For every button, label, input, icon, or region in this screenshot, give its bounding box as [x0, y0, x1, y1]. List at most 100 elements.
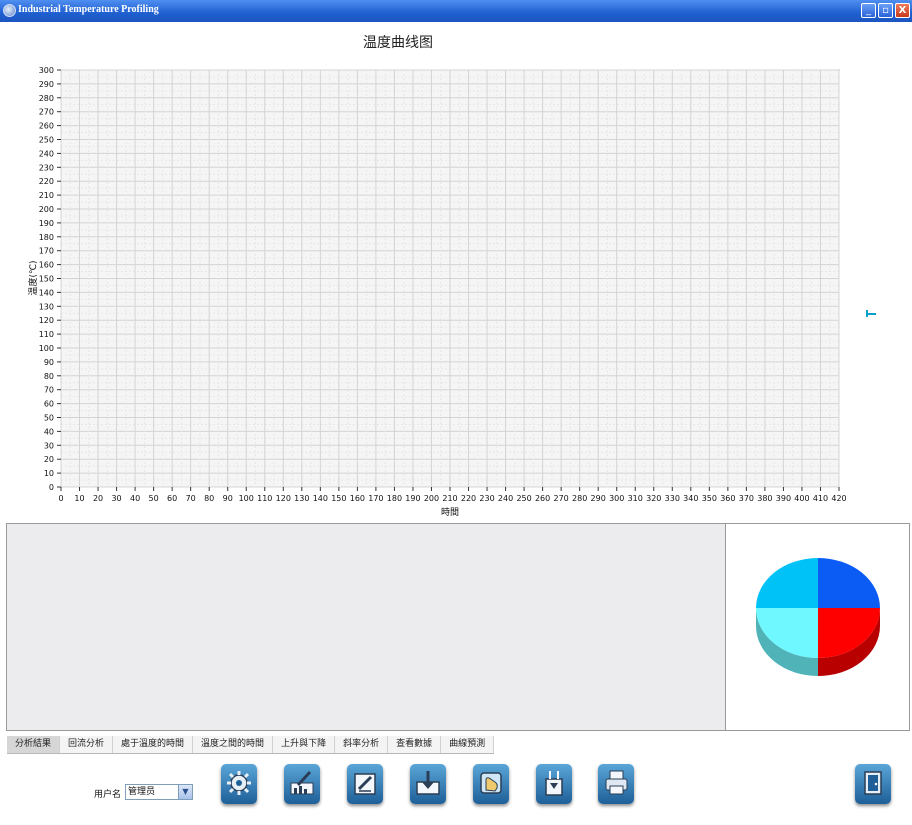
x-tick-label: 310 — [628, 494, 643, 503]
y-tick-label: 240 — [39, 149, 54, 158]
print-button[interactable] — [598, 764, 634, 804]
x-axis-ticks: 0 10 20 30 40 50 60 70 80 90 100 110 120 130 140 150 160… — [58, 487, 847, 503]
tab-slope-analysis[interactable]: 斜率分析 — [335, 736, 389, 753]
y-tick-label: 30 — [44, 441, 54, 450]
x-tick-label: 240 — [498, 494, 513, 503]
analysis-result-panel — [6, 523, 726, 731]
y-tick-label: 90 — [44, 358, 54, 367]
probe-icon — [545, 771, 563, 796]
y-tick-label: 0 — [49, 483, 54, 492]
settings-button[interactable] — [221, 764, 257, 804]
x-tick-label: 370 — [739, 494, 754, 503]
x-tick-label: 100 — [239, 494, 254, 503]
y-tick-label: 40 — [44, 427, 54, 436]
x-tick-label: 230 — [479, 494, 494, 503]
hand-button[interactable] — [473, 764, 509, 804]
tab-curve-prediction[interactable]: 曲線預測 — [441, 736, 495, 753]
y-tick-label: 10 — [44, 469, 54, 478]
close-button[interactable]: X — [895, 3, 910, 18]
x-tick-label: 30 — [111, 494, 121, 503]
tab-analysis-result[interactable]: 分析結果 — [7, 736, 61, 753]
x-tick-label: 90 — [223, 494, 233, 503]
y-tick-label: 300 — [39, 66, 54, 75]
x-tick-label: 50 — [149, 494, 159, 503]
probe-button[interactable] — [536, 764, 572, 804]
y-tick-label: 60 — [44, 400, 54, 409]
x-tick-label: 250 — [516, 494, 531, 503]
y-tick-label: 210 — [39, 191, 54, 200]
legend-marker — [866, 313, 876, 315]
print-icon — [605, 770, 628, 795]
window-title: Industrial Temperature Profiling — [18, 4, 159, 15]
exit-button[interactable] — [855, 764, 891, 804]
y-tick-label: 270 — [39, 108, 54, 117]
y-tick-label: 170 — [39, 247, 54, 256]
x-tick-label: 20 — [93, 494, 103, 503]
x-tick-label: 80 — [204, 494, 214, 503]
tab-reflow-analysis[interactable]: 回流分析 — [60, 736, 114, 753]
x-tick-label: 260 — [535, 494, 550, 503]
tab-time-between-temperatures[interactable]: 溫度之間的時間 — [193, 736, 274, 753]
x-tick-label: 350 — [702, 494, 717, 503]
x-tick-label: 290 — [591, 494, 606, 503]
y-tick-label: 110 — [39, 330, 54, 339]
x-tick-label: 270 — [554, 494, 569, 503]
pie-slice — [818, 558, 880, 608]
y-tick-label: 140 — [39, 288, 54, 297]
x-tick-label: 140 — [313, 494, 328, 503]
tab-time-at-temperature[interactable]: 處于溫度的時間 — [113, 736, 194, 753]
x-tick-label: 300 — [609, 494, 624, 503]
y-tick-label: 190 — [39, 219, 54, 228]
y-tick-label: 50 — [44, 414, 54, 423]
edit-document-icon — [354, 773, 376, 795]
x-tick-label: 160 — [350, 494, 365, 503]
chart-title: 温度曲线图 — [363, 35, 433, 51]
chart-grid — [60, 69, 840, 488]
y-tick-label: 100 — [39, 344, 54, 353]
x-tick-label: 120 — [276, 494, 291, 503]
x-tick-label: 150 — [331, 494, 346, 503]
maximize-button[interactable]: ▫ — [878, 3, 893, 18]
chevron-down-icon[interactable]: ▼ — [178, 785, 192, 799]
edit-chart-button[interactable] — [284, 764, 320, 804]
x-tick-label: 200 — [424, 494, 439, 503]
y-tick-label: 150 — [39, 275, 54, 284]
x-tick-label: 10 — [74, 494, 84, 503]
y-tick-label: 200 — [39, 205, 54, 214]
minimize-button[interactable]: _ — [861, 3, 876, 18]
x-axis-label: 時間 — [441, 507, 459, 518]
y-tick-label: 280 — [39, 94, 54, 103]
x-tick-label: 360 — [720, 494, 735, 503]
y-tick-label: 20 — [44, 455, 54, 464]
x-tick-label: 40 — [130, 494, 140, 503]
pie-slice — [756, 558, 818, 608]
app-icon — [3, 4, 16, 17]
tab-view-data[interactable]: 查看數據 — [388, 736, 442, 753]
hand-icon — [480, 772, 502, 794]
y-axis-ticks: 0 10 20 30 40 50 60 70 80 90 100 110 120 130 140 150 160… — [39, 66, 61, 492]
x-tick-label: 70 — [186, 494, 196, 503]
y-tick-label: 80 — [44, 372, 54, 381]
x-tick-label: 410 — [813, 494, 828, 503]
x-tick-label: 190 — [405, 494, 420, 503]
x-tick-label: 180 — [387, 494, 402, 503]
x-tick-label: 420 — [831, 494, 846, 503]
pie-chart-panel — [726, 523, 910, 731]
edit-document-button[interactable] — [347, 764, 383, 804]
y-tick-label: 220 — [39, 177, 54, 186]
x-tick-label: 390 — [776, 494, 791, 503]
username-label: 用户名 — [94, 790, 122, 800]
download-button[interactable] — [410, 764, 446, 804]
username-select[interactable]: 管理员 ▼ — [125, 784, 193, 800]
pie-chart — [756, 558, 880, 676]
x-tick-label: 340 — [683, 494, 698, 503]
x-tick-label: 210 — [442, 494, 457, 503]
tab-rise-and-fall[interactable]: 上升與下降 — [273, 736, 336, 753]
x-tick-label: 280 — [572, 494, 587, 503]
x-tick-label: 170 — [368, 494, 383, 503]
x-tick-label: 400 — [794, 494, 809, 503]
y-tick-label: 250 — [39, 136, 54, 145]
x-tick-label: 130 — [294, 494, 309, 503]
x-tick-label: 0 — [58, 494, 63, 503]
settings-icon — [227, 771, 251, 795]
